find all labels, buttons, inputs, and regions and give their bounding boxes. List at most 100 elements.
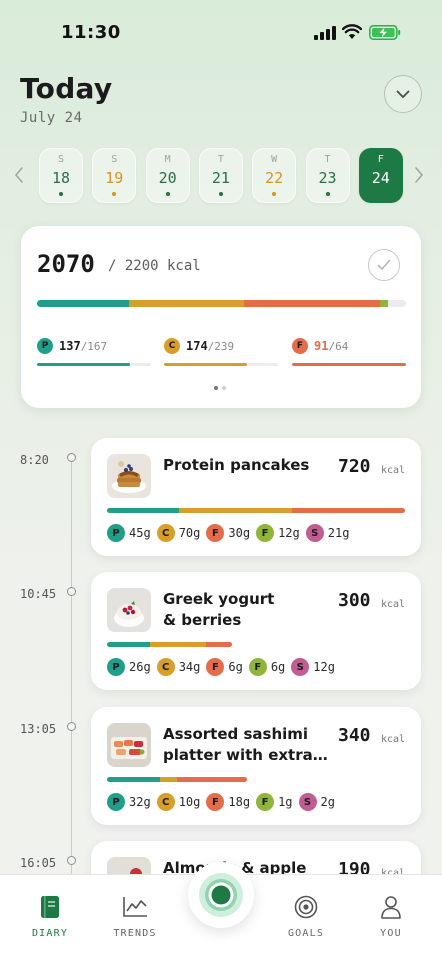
previous-week-button[interactable] (14, 166, 26, 186)
record-icon (199, 873, 243, 917)
meal-name-line: Assorted sashimi (163, 725, 309, 743)
add-food-button[interactable] (188, 862, 254, 928)
macro-progress-bar (37, 363, 151, 366)
timeline-dot (67, 856, 76, 865)
calorie-segment (129, 300, 244, 307)
day-number: 21 (211, 169, 230, 187)
macro-value: 91 (314, 339, 329, 353)
meal-name-line: Protein pancakes (163, 456, 310, 474)
meal-macro-item: F 12g (256, 524, 300, 542)
meal-macro-item: C 70g (156, 524, 200, 542)
meal-card[interactable]: Greek yogurt & berries 300 kcal P 26g C 34g F 6g F… (91, 572, 421, 690)
meal-macro-item: P 45g (107, 524, 151, 542)
macro-summary-c: C 174/239 (164, 338, 278, 366)
nav-trends[interactable]: TRENDS (95, 875, 175, 960)
meal-time: 16:05 (20, 856, 57, 870)
day-letter: S (111, 154, 118, 165)
macro-badge: P (37, 338, 53, 354)
macro-badge: P (107, 524, 125, 542)
macro-amount: 12g (278, 526, 300, 540)
macro-badge: C (156, 793, 175, 811)
nav-you[interactable]: YOU (351, 875, 431, 960)
meal-macros: P 32g C 10g F 18g F 1g S 2g (107, 793, 341, 811)
meal-name: Protein pancakes (163, 455, 333, 476)
meal-kcal: 300 (338, 590, 371, 611)
meal-name-line: Greek yogurt (163, 590, 275, 608)
meal-macro-segment (178, 508, 292, 513)
meal-photo (107, 723, 151, 767)
day-22[interactable]: W 22 (252, 148, 297, 203)
day-logged-dot (218, 192, 223, 196)
day-logged-dot (112, 192, 117, 196)
person-icon (381, 896, 401, 919)
macro-badge: S (298, 793, 317, 811)
day-number: 20 (158, 169, 177, 187)
macro-badge: F (206, 524, 225, 542)
nav-goals[interactable]: GOALS (266, 875, 346, 960)
day-19[interactable]: S 19 (92, 148, 137, 203)
meal-macro-bar (107, 508, 405, 513)
page-dot (222, 386, 226, 390)
macro-value: 174 (186, 339, 208, 353)
macro-badge: C (156, 524, 175, 542)
meal-card[interactable]: Assorted sashimi platter with extra… 340 kc… (91, 707, 421, 825)
macro-badge: S (291, 658, 310, 676)
meal-kcal-unit: kcal (381, 465, 406, 476)
macro-badge: S (305, 524, 324, 542)
calendar-toggle-button[interactable] (384, 75, 422, 113)
meal-time: 13:05 (20, 722, 57, 736)
meal-name: Assorted sashimi platter with extra… (163, 724, 333, 766)
page-dot (214, 386, 218, 390)
nav-diary[interactable]: DIARY (10, 875, 90, 960)
macro-amount: 10g (178, 795, 201, 809)
day-21[interactable]: T 21 (198, 148, 243, 203)
calorie-segment (243, 300, 381, 307)
macro-goal: /167 (80, 339, 108, 353)
day-logged-dot (59, 192, 63, 196)
macro-amount: 32g (129, 795, 151, 809)
macro-goal: /64 (328, 339, 349, 353)
meal-kcal: 340 (338, 725, 371, 746)
macro-amount: 1g (278, 795, 293, 809)
battery-charging-icon (369, 25, 401, 40)
meal-macro-segment (205, 642, 233, 647)
calorie-segment (380, 300, 388, 307)
day-20[interactable]: M 20 (145, 148, 190, 203)
macro-amount: 26g (129, 660, 151, 674)
meal-kcal-unit: kcal (381, 734, 406, 745)
meal-macro-segment (177, 777, 248, 782)
meal-macro-segment (107, 777, 161, 782)
meal-card[interactable]: Protein pancakes 720 kcal P 45g C 70g F 30g F 12g S… (91, 438, 421, 556)
macro-goal: /239 (207, 339, 235, 353)
meal-macro-item: F 18g (206, 793, 250, 811)
meal-time: 8:20 (20, 453, 49, 467)
macro-amount: 6g (228, 660, 243, 674)
nav-label-goals: GOALS (287, 928, 325, 939)
day-18[interactable]: S 18 (39, 148, 83, 203)
daily-summary-card[interactable]: 2070 / 2200 kcal P 137/167 C 174/239 F 91/64 (21, 226, 421, 408)
chart-icon (123, 897, 147, 917)
calorie-segment (37, 300, 130, 307)
day-23[interactable]: T 23 (305, 148, 350, 203)
day-24[interactable]: F 24 (358, 148, 403, 203)
macro-badge: P (107, 793, 125, 811)
status-bar: 11:30 (0, 0, 442, 60)
meal-macro-item: F 6g (248, 658, 285, 676)
macro-summary-p: P 137/167 (37, 338, 151, 366)
page-title: Today (20, 72, 113, 105)
meal-macro-item: P 26g (107, 658, 151, 676)
meal-macro-segment (291, 508, 405, 513)
macro-amount: 34g (178, 660, 201, 674)
complete-day-button[interactable] (368, 249, 400, 281)
macro-amount: 18g (228, 795, 251, 809)
next-week-button[interactable] (414, 166, 426, 186)
day-logged-dot (325, 192, 330, 196)
meal-macro-segment (107, 508, 179, 513)
meal-macro-item: F 6g (206, 658, 243, 676)
meal-macros: P 45g C 70g F 30g F 12g S 21g (107, 524, 355, 542)
checkmark-icon (377, 259, 391, 270)
day-logged-dot (165, 192, 170, 196)
meal-macro-bar (107, 777, 248, 782)
meal-name: Greek yogurt & berries (163, 589, 333, 631)
meal-kcal: 720 (338, 456, 371, 477)
